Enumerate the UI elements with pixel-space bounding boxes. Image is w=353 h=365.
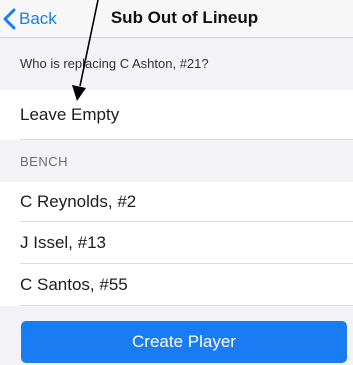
leave-empty-label: Leave Empty [20, 105, 120, 124]
bench-player-row[interactable]: J Issel, #13 [0, 222, 353, 264]
bench-player-label: C Santos, #55 [20, 275, 128, 294]
replacement-question: Who is replacing C Ashton, #21? [0, 38, 353, 90]
page-title: Sub Out of Lineup [110, 8, 259, 27]
create-player-container: Create Player [0, 306, 353, 365]
bench-player-row[interactable]: C Reynolds, #2 [0, 182, 353, 222]
bench-section-header: BENCH [0, 140, 353, 182]
bench-player-row[interactable]: C Santos, #55 [0, 264, 353, 306]
create-player-button[interactable]: Create Player [21, 321, 347, 363]
bench-player-label: J Issel, #13 [20, 233, 106, 252]
leave-empty-option[interactable]: Leave Empty [0, 90, 353, 140]
bench-player-label: C Reynolds, #2 [20, 192, 137, 211]
navigation-bar: Back Sub Out of Lineup [0, 0, 353, 38]
